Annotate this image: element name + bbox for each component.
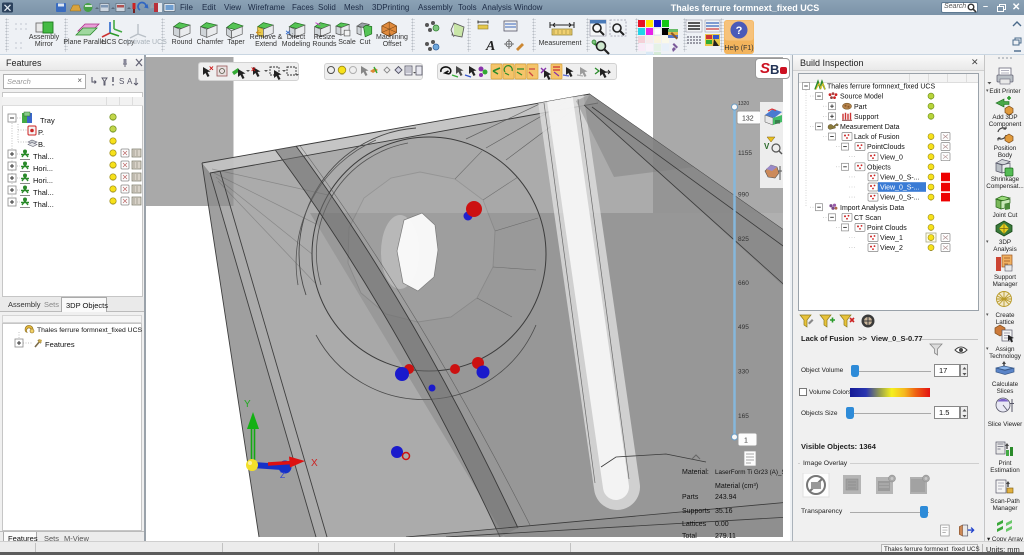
svg-text:View_0_S-...: View_0_S-...: [880, 175, 920, 182]
svg-text:Measurement Data: Measurement Data: [840, 124, 900, 131]
svg-text:Lattices: Lattices: [682, 521, 707, 528]
svg-text:Objects: Objects: [867, 164, 891, 171]
svg-text:1: 1: [744, 438, 748, 445]
svg-text:Parts: Parts: [682, 494, 699, 501]
svg-text:S: S: [119, 77, 124, 86]
svg-text:Material:: Material:: [682, 469, 709, 476]
svg-text:PointClouds: PointClouds: [867, 144, 905, 151]
svg-text:View_0_S-...: View_0_S-...: [880, 195, 920, 202]
svg-text:?: ?: [736, 25, 743, 37]
svg-text:495: 495: [738, 324, 749, 331]
svg-text:1155: 1155: [738, 150, 752, 157]
svg-text:V: V: [764, 142, 770, 151]
svg-text:Supports: Supports: [682, 508, 711, 515]
svg-text:Lack of Fusion: Lack of Fusion: [854, 134, 900, 141]
svg-text:Z: Z: [280, 470, 285, 480]
svg-text:165: 165: [738, 413, 749, 420]
svg-text:View_1: View_1: [880, 235, 903, 242]
svg-text:Help (F1): Help (F1): [724, 45, 753, 52]
svg-text:35.16: 35.16: [715, 508, 733, 515]
svg-text:CT Scan: CT Scan: [854, 215, 881, 222]
svg-text:Total: Total: [682, 533, 697, 540]
svg-text:Support: Support: [854, 114, 879, 121]
svg-text:825: 825: [738, 236, 749, 243]
svg-text:View_0_S-...: View_0_S-...: [880, 185, 920, 192]
svg-text:Point Clouds: Point Clouds: [867, 225, 907, 232]
svg-text:Y: Y: [244, 399, 251, 410]
svg-text:1320: 1320: [738, 101, 749, 107]
svg-text:Import Analysis Data: Import Analysis Data: [840, 205, 904, 212]
svg-text:X: X: [311, 458, 318, 469]
svg-text:0.00: 0.00: [715, 521, 729, 528]
svg-text:279.11: 279.11: [715, 533, 736, 540]
svg-text:660: 660: [738, 280, 749, 287]
svg-text:×: ×: [251, 65, 256, 74]
svg-text:×: ×: [209, 64, 214, 73]
svg-text:132: 132: [742, 116, 754, 123]
svg-text:Thales ferrure formnext_fixed: Thales ferrure formnext_fixed UCS: [827, 84, 935, 91]
svg-text:Material (cm³): Material (cm³): [715, 483, 758, 490]
svg-text:A: A: [127, 77, 133, 86]
svg-text:990: 990: [738, 192, 749, 199]
svg-text:LaserForm Ti Gr23 (A)_S: LaserForm Ti Gr23 (A)_S: [715, 469, 786, 476]
svg-text:View_0: View_0: [880, 154, 903, 161]
svg-text:243.94: 243.94: [715, 494, 737, 501]
svg-text:Part: Part: [854, 104, 867, 111]
svg-text:330: 330: [738, 369, 749, 376]
svg-text:Source Model: Source Model: [840, 94, 884, 101]
svg-text:View_2: View_2: [880, 245, 903, 252]
svg-text:A: A: [485, 39, 495, 54]
